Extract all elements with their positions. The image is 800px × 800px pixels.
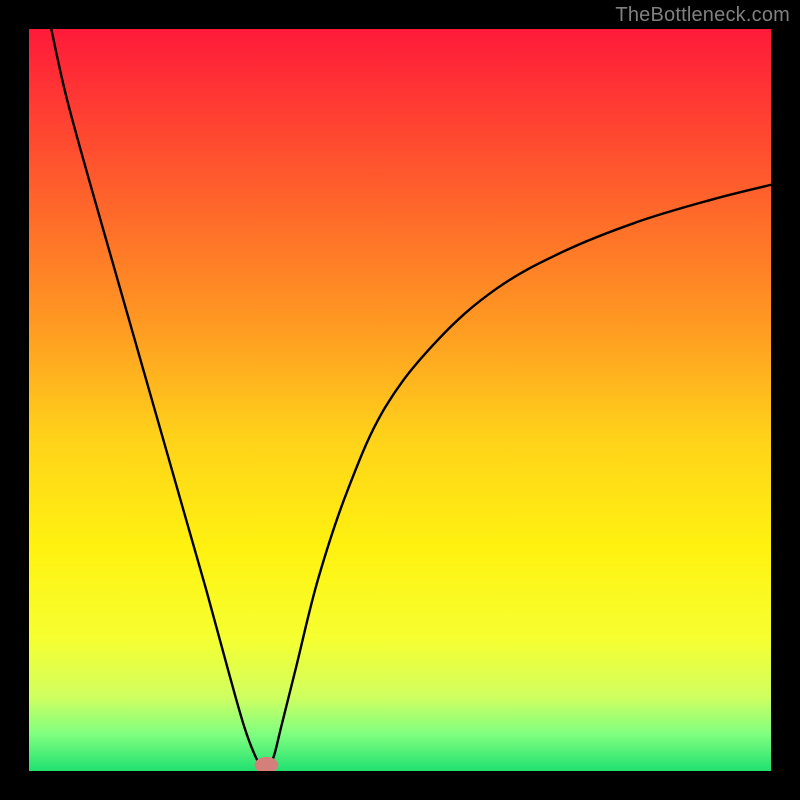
watermark-text: TheBottleneck.com xyxy=(615,4,790,27)
bottleneck-chart xyxy=(29,29,771,771)
chart-frame xyxy=(29,29,771,771)
chart-background xyxy=(29,29,771,771)
